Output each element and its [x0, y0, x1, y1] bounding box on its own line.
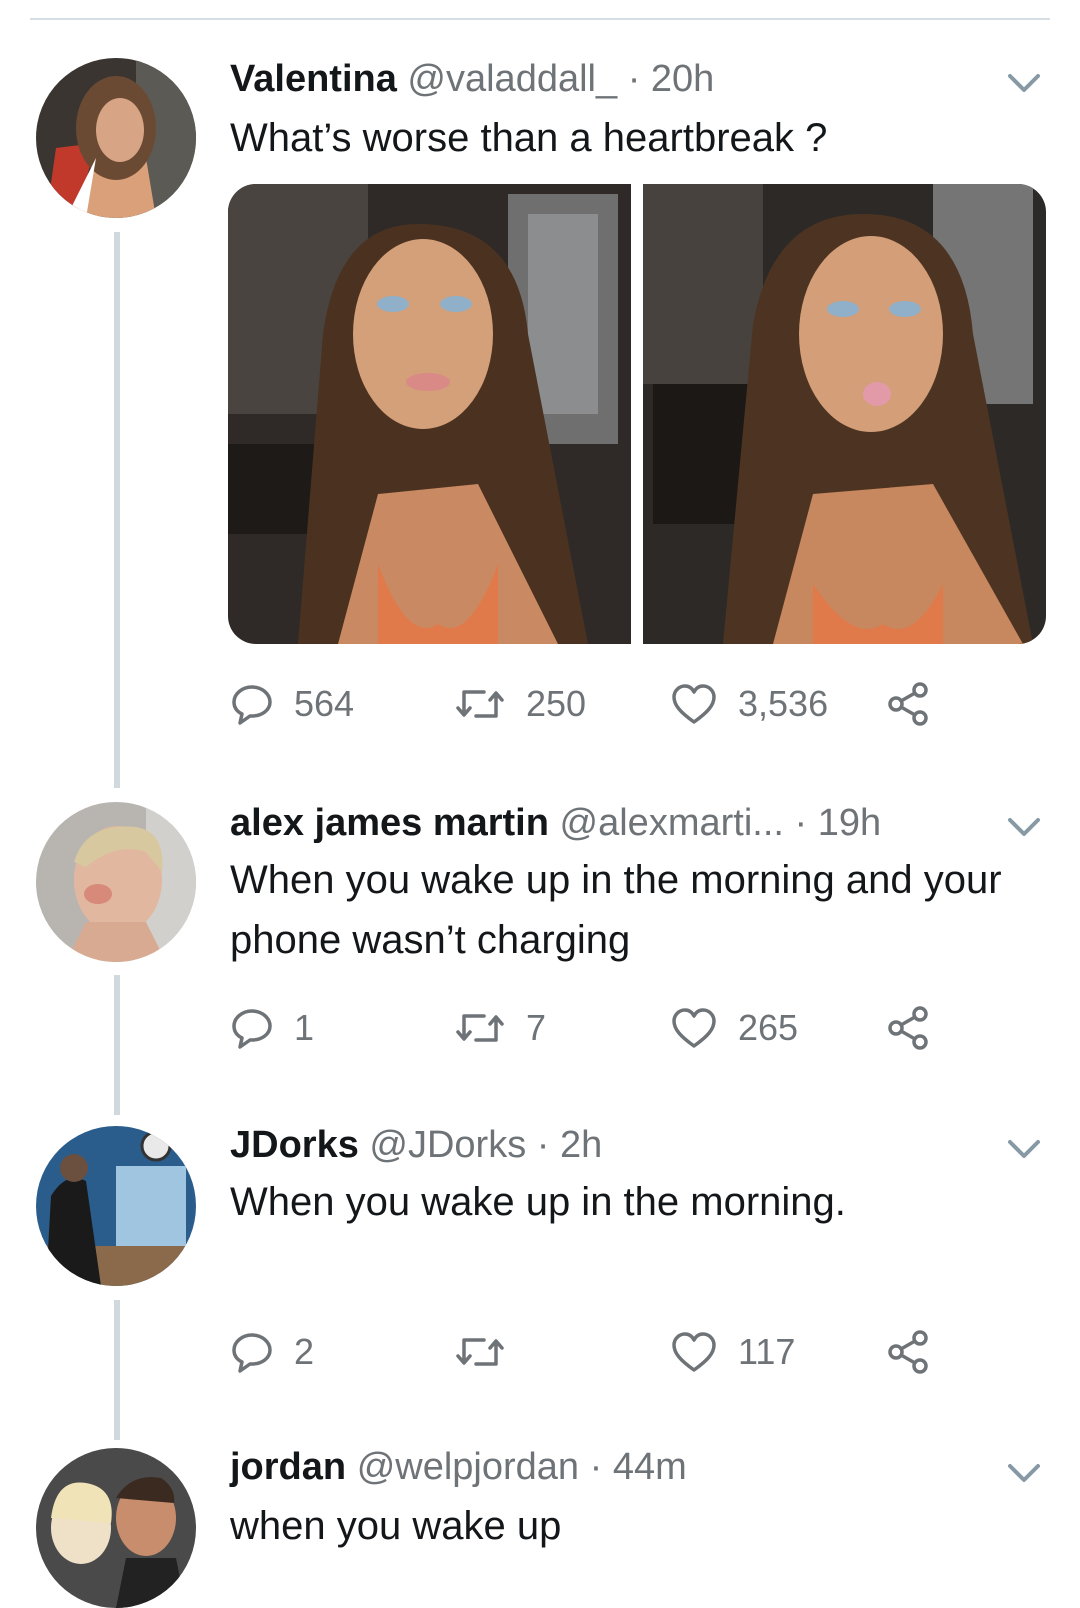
like-count: 265 [738, 1007, 799, 1048]
reply-button[interactable]: 2 [230, 1330, 314, 1374]
timestamp[interactable]: 44m [613, 1446, 687, 1488]
author-name[interactable]: Valentina [230, 58, 397, 100]
author-handle[interactable]: @alexmarti... [560, 802, 784, 844]
retweet-icon [456, 690, 504, 718]
thread-line [114, 232, 120, 788]
author-handle[interactable]: @valaddall_ [407, 58, 617, 100]
separator-dot: · [589, 1446, 603, 1488]
retweet-count: 7 [526, 1007, 547, 1048]
reply-button[interactable]: 564 [230, 682, 354, 726]
chevron-down-icon[interactable] [1006, 816, 1042, 840]
like-count: 117 [738, 1331, 796, 1372]
separator-dot: · [794, 802, 808, 844]
author-name[interactable]: jordan [230, 1446, 346, 1488]
author-name[interactable]: alex james martin [230, 802, 549, 844]
reply-count: 564 [294, 683, 355, 724]
like-button[interactable]: 265 [670, 1006, 798, 1050]
chevron-down-icon[interactable] [1006, 1462, 1042, 1486]
avatar[interactable] [36, 802, 196, 962]
author-handle[interactable]: @welpjordan [357, 1446, 579, 1488]
retweet-button[interactable]: 250 [454, 682, 586, 726]
photo-1[interactable] [228, 184, 631, 644]
share-icon [888, 1330, 928, 1374]
like-button[interactable]: 3,536 [670, 682, 828, 726]
retweet-button[interactable]: 7 [454, 1006, 546, 1050]
author-handle[interactable]: @JDorks [369, 1124, 526, 1166]
tweet-text: When you wake up in the morning. [230, 1180, 846, 1224]
reply-icon [232, 1333, 272, 1373]
chevron-down-icon[interactable] [1006, 72, 1042, 96]
timestamp[interactable]: 19h [818, 802, 881, 844]
retweet-count: 250 [526, 683, 587, 724]
top-divider [30, 18, 1050, 20]
avatar[interactable] [36, 1448, 196, 1608]
share-icon [888, 682, 928, 726]
thread-line [114, 975, 120, 1115]
reply-icon [232, 685, 272, 725]
reply-count: 1 [294, 1007, 315, 1048]
share-icon [888, 1006, 928, 1050]
avatar[interactable] [36, 1126, 196, 1286]
reply-count: 2 [294, 1331, 315, 1372]
tweet-text: What’s worse than a heartbreak ? [230, 116, 828, 160]
avatar[interactable] [36, 58, 196, 218]
separator-dot: · [627, 58, 641, 100]
author-name[interactable]: JDorks [230, 1124, 359, 1166]
heart-icon [672, 1332, 716, 1372]
heart-icon [672, 1008, 716, 1048]
share-button[interactable] [886, 1006, 954, 1050]
photo-2[interactable] [643, 184, 1046, 644]
separator-dot: · [536, 1124, 550, 1166]
tweet-text: when you wake up [230, 1504, 562, 1548]
retweet-icon [456, 1014, 504, 1042]
reply-icon [232, 1009, 272, 1049]
like-button[interactable]: 117 [670, 1330, 795, 1374]
thread-line [114, 1300, 120, 1440]
share-button[interactable] [886, 1330, 954, 1374]
retweet-icon [456, 1338, 504, 1366]
like-count: 3,536 [738, 683, 829, 724]
tweet-media[interactable] [228, 184, 1046, 644]
tweet-text: When you wake up in the morning and your… [230, 858, 1002, 962]
reply-button[interactable]: 1 [230, 1006, 314, 1050]
chevron-down-icon[interactable] [1006, 1138, 1042, 1162]
timestamp[interactable]: 2h [560, 1124, 602, 1166]
retweet-button[interactable] [454, 1330, 526, 1374]
timestamp[interactable]: 20h [651, 58, 714, 100]
share-button[interactable] [886, 682, 954, 726]
heart-icon [672, 684, 716, 724]
